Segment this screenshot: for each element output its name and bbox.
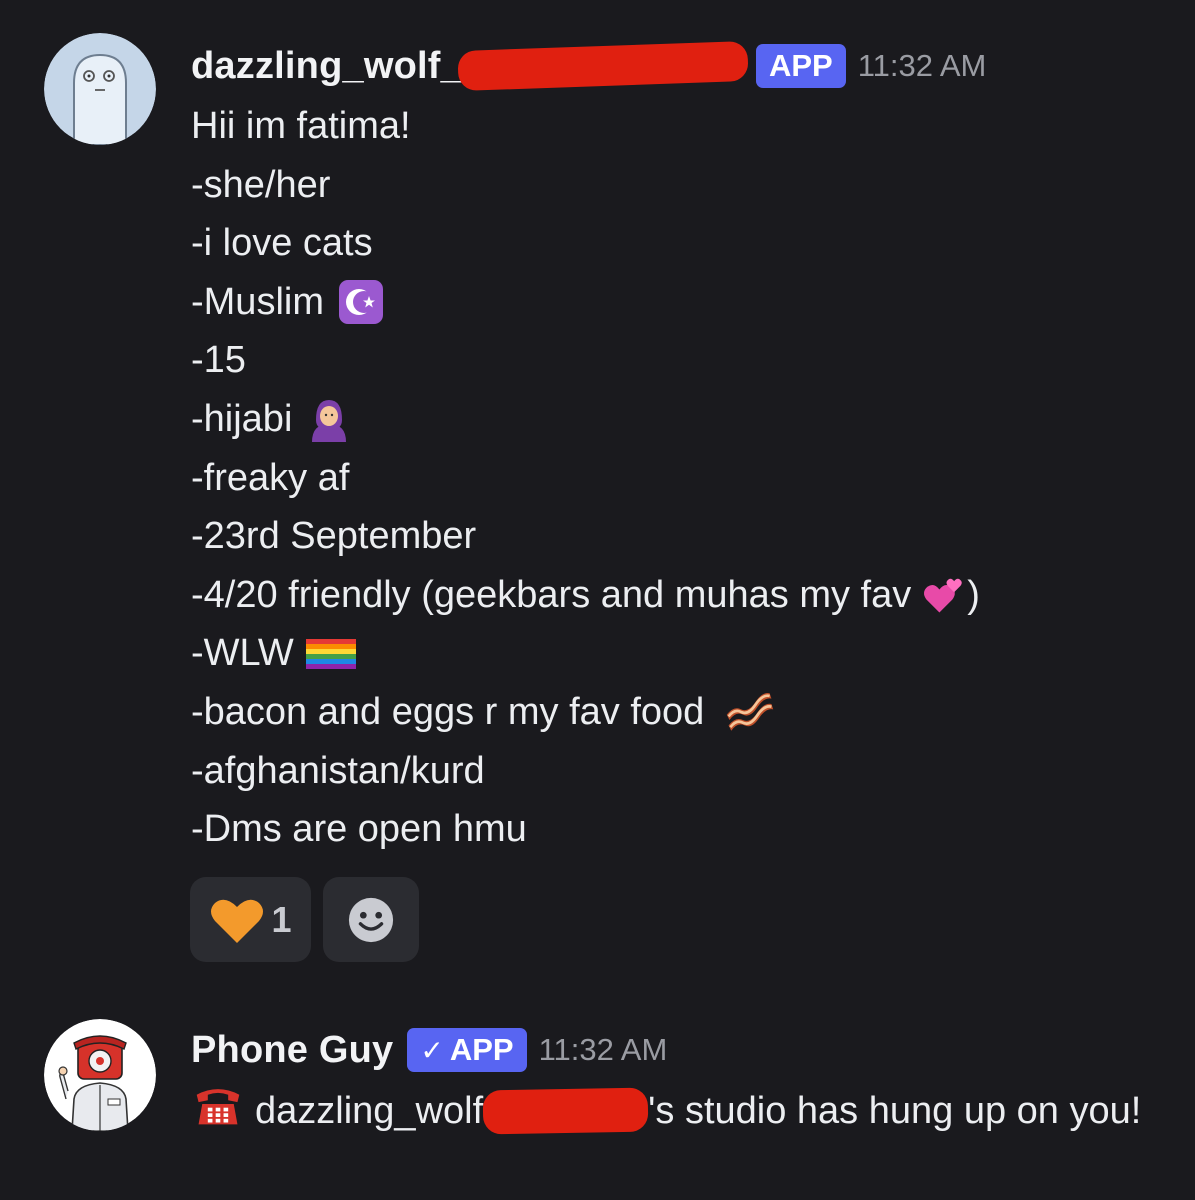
username[interactable]: dazzling_wolf_ xyxy=(191,45,462,88)
message-line: -Dms are open hmu xyxy=(191,800,980,859)
message-line: -freaky af xyxy=(191,449,980,508)
line-text: -WLW xyxy=(191,632,294,675)
message-line: -WLW xyxy=(191,624,980,683)
line-text: -she/her xyxy=(191,163,331,206)
avatar[interactable] xyxy=(44,1019,156,1131)
app-badge-label: APP xyxy=(449,1032,514,1067)
message-header: dazzling_wolf_ APP 11:32 AM xyxy=(191,38,986,94)
add-reaction-button[interactable] xyxy=(323,877,419,962)
message-line: Hii im fatima! xyxy=(191,97,980,156)
message-line: -15 xyxy=(191,331,980,390)
line-text: -freaky af xyxy=(191,456,350,499)
timestamp[interactable]: 11:32 AM xyxy=(539,1032,668,1068)
checkmark-icon: ✓ xyxy=(420,1034,444,1066)
add-reaction-smiley-icon xyxy=(348,897,394,942)
message-line: -bacon and eggs r my fav food xyxy=(191,683,980,742)
line-text: -15 xyxy=(191,339,246,382)
reaction-orange-heart[interactable]: 1 xyxy=(190,877,311,962)
avatar[interactable] xyxy=(44,33,156,145)
line-text: -hijabi xyxy=(191,397,293,440)
app-badge-verified: ✓ APP xyxy=(407,1028,527,1072)
line-text: -afghanistan/kurd xyxy=(191,749,485,792)
telephone-icon xyxy=(191,1080,245,1128)
message-line: -she/her xyxy=(191,156,980,215)
line-text: -23rd September xyxy=(191,515,477,558)
message-line: -23rd September xyxy=(191,507,980,566)
line-text: -4/20 friendly (geekbars and muhas my fa… xyxy=(191,573,912,616)
bacon-icon xyxy=(722,687,778,737)
message-header: Phone Guy ✓ APP 11:32 AM xyxy=(191,1022,667,1078)
line-text: Hii im fatima! xyxy=(191,105,411,147)
reactions-bar: 1 xyxy=(190,877,431,962)
message-line: -i love cats xyxy=(191,214,980,273)
app-badge-label: APP xyxy=(768,48,833,83)
star-and-crescent-icon xyxy=(336,277,386,327)
ghost-avatar-icon xyxy=(44,33,156,145)
phone-head-avatar-icon xyxy=(44,1019,156,1131)
line-text: -Muslim xyxy=(191,280,324,323)
message-line: -4/20 friendly (geekbars and muhas my fa… xyxy=(191,566,980,625)
message-line: -hijabi xyxy=(191,390,980,449)
message-line: -Muslim xyxy=(191,273,980,332)
line-text: -i love cats xyxy=(191,222,373,265)
two-hearts-icon xyxy=(921,570,967,620)
reaction-count: 1 xyxy=(271,898,292,940)
redaction-mark xyxy=(482,1087,649,1135)
message-line: -afghanistan/kurd xyxy=(191,742,980,801)
line-text: -Dms are open hmu xyxy=(191,808,527,851)
message-content: dazzling_wolf 's studio has hung up on yo… xyxy=(191,1080,1151,1140)
redaction-mark xyxy=(457,40,749,92)
username[interactable]: Phone Guy xyxy=(191,1029,393,1072)
app-badge: APP xyxy=(755,44,846,88)
line-text: -bacon and eggs r my fav food xyxy=(191,690,705,733)
content-text-start: dazzling_wolf xyxy=(255,1090,484,1132)
person-with-headscarf-icon xyxy=(304,394,354,444)
line-suffix: ) xyxy=(967,573,980,616)
orange-heart-icon xyxy=(211,899,264,943)
timestamp[interactable]: 11:32 AM xyxy=(858,48,987,84)
rainbow-flag-icon xyxy=(305,629,356,679)
message-content: Hii im fatima! -she/her -i love cats -Mu… xyxy=(191,97,980,859)
content-text-end: 's studio has hung up on you! xyxy=(648,1090,1142,1132)
